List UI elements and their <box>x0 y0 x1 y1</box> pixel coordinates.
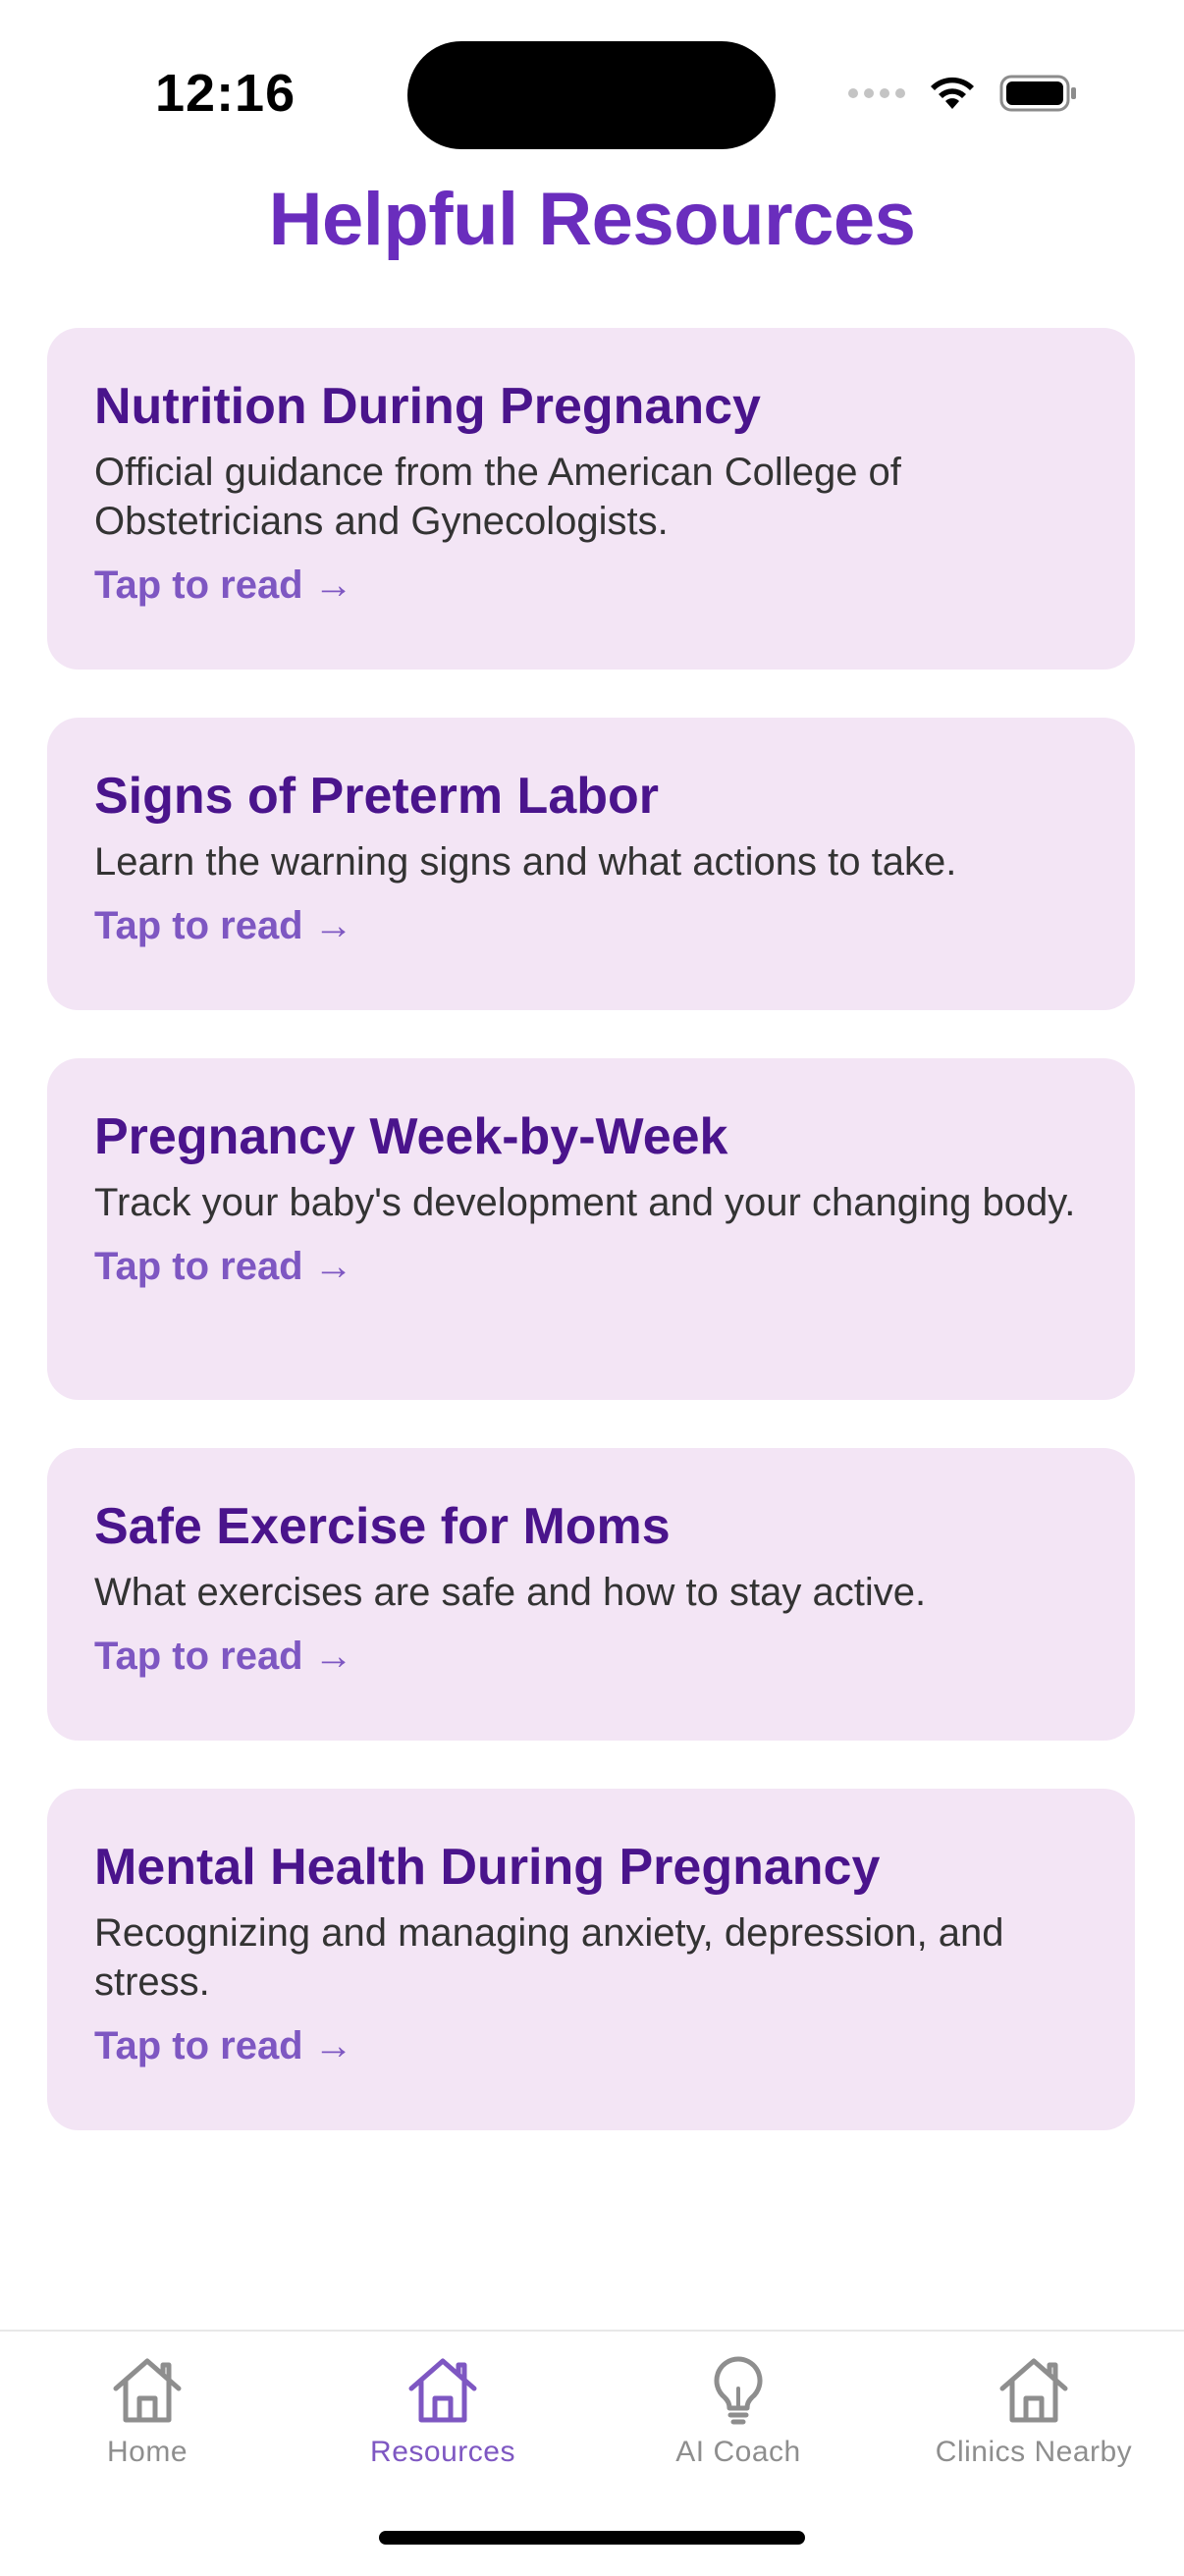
card-description: What exercises are safe and how to stay … <box>94 1571 927 1614</box>
tap-to-read-link[interactable]: Tap to read → <box>94 1241 1088 1292</box>
lightbulb-icon <box>714 2356 763 2425</box>
home-indicator[interactable] <box>379 2531 805 2545</box>
tab-clinics-nearby[interactable]: Clinics Nearby <box>887 2353 1181 2500</box>
resource-card-mental-health[interactable]: Mental Health During Pregnancy Recognizi… <box>47 1789 1135 2130</box>
card-description: Track your baby's development and your c… <box>94 1181 1076 1224</box>
tab-label: Resources <box>370 2436 515 2468</box>
status-bar: 12:16 <box>0 0 1184 187</box>
tab-label: Clinics Nearby <box>935 2436 1133 2468</box>
card-title: Safe Exercise for Moms <box>94 1498 671 1555</box>
tap-to-read-link[interactable]: Tap to read → <box>94 560 1088 611</box>
tap-to-read-link[interactable]: Tap to read → <box>94 2020 1088 2071</box>
card-title: Pregnancy Week-by-Week <box>94 1108 728 1165</box>
tab-label: Home <box>106 2436 188 2468</box>
house-icon <box>113 2358 182 2423</box>
resource-card-week-by-week[interactable]: Pregnancy Week-by-Week Track your baby's… <box>47 1058 1135 1400</box>
card-description: Recognizing and managing anxiety, depres… <box>94 1911 1004 2004</box>
wifi-icon <box>931 77 974 109</box>
card-title: Signs of Preterm Labor <box>94 768 659 825</box>
tab-resources[interactable]: Resources <box>296 2353 590 2500</box>
tap-to-read-link[interactable]: Tap to read → <box>94 900 1088 951</box>
resource-card-safe-exercise[interactable]: Safe Exercise for Moms What exercises ar… <box>47 1448 1135 1741</box>
resource-card-preterm-labor[interactable]: Signs of Preterm Labor Learn the warning… <box>47 718 1135 1010</box>
house-icon <box>408 2358 477 2423</box>
tab-label: AI Coach <box>675 2436 801 2468</box>
dynamic-island <box>407 41 776 149</box>
resource-card-nutrition[interactable]: Nutrition During Pregnancy Official guid… <box>47 328 1135 670</box>
page-title: Helpful Resources <box>268 178 916 261</box>
battery-icon <box>999 75 1076 112</box>
signal-dots-icon <box>848 88 905 98</box>
tap-to-read-link[interactable]: Tap to read → <box>94 1631 1088 1682</box>
tab-ai-coach[interactable]: AI Coach <box>591 2353 886 2500</box>
house-icon <box>999 2358 1068 2423</box>
status-time: 12:16 <box>155 64 296 123</box>
card-description: Official guidance from the American Coll… <box>94 451 901 543</box>
card-description: Learn the warning signs and what actions… <box>94 840 957 884</box>
status-icons <box>848 71 1078 116</box>
card-title: Nutrition During Pregnancy <box>94 378 761 435</box>
tab-home[interactable]: Home <box>0 2353 295 2500</box>
card-title: Mental Health During Pregnancy <box>94 1839 881 1896</box>
